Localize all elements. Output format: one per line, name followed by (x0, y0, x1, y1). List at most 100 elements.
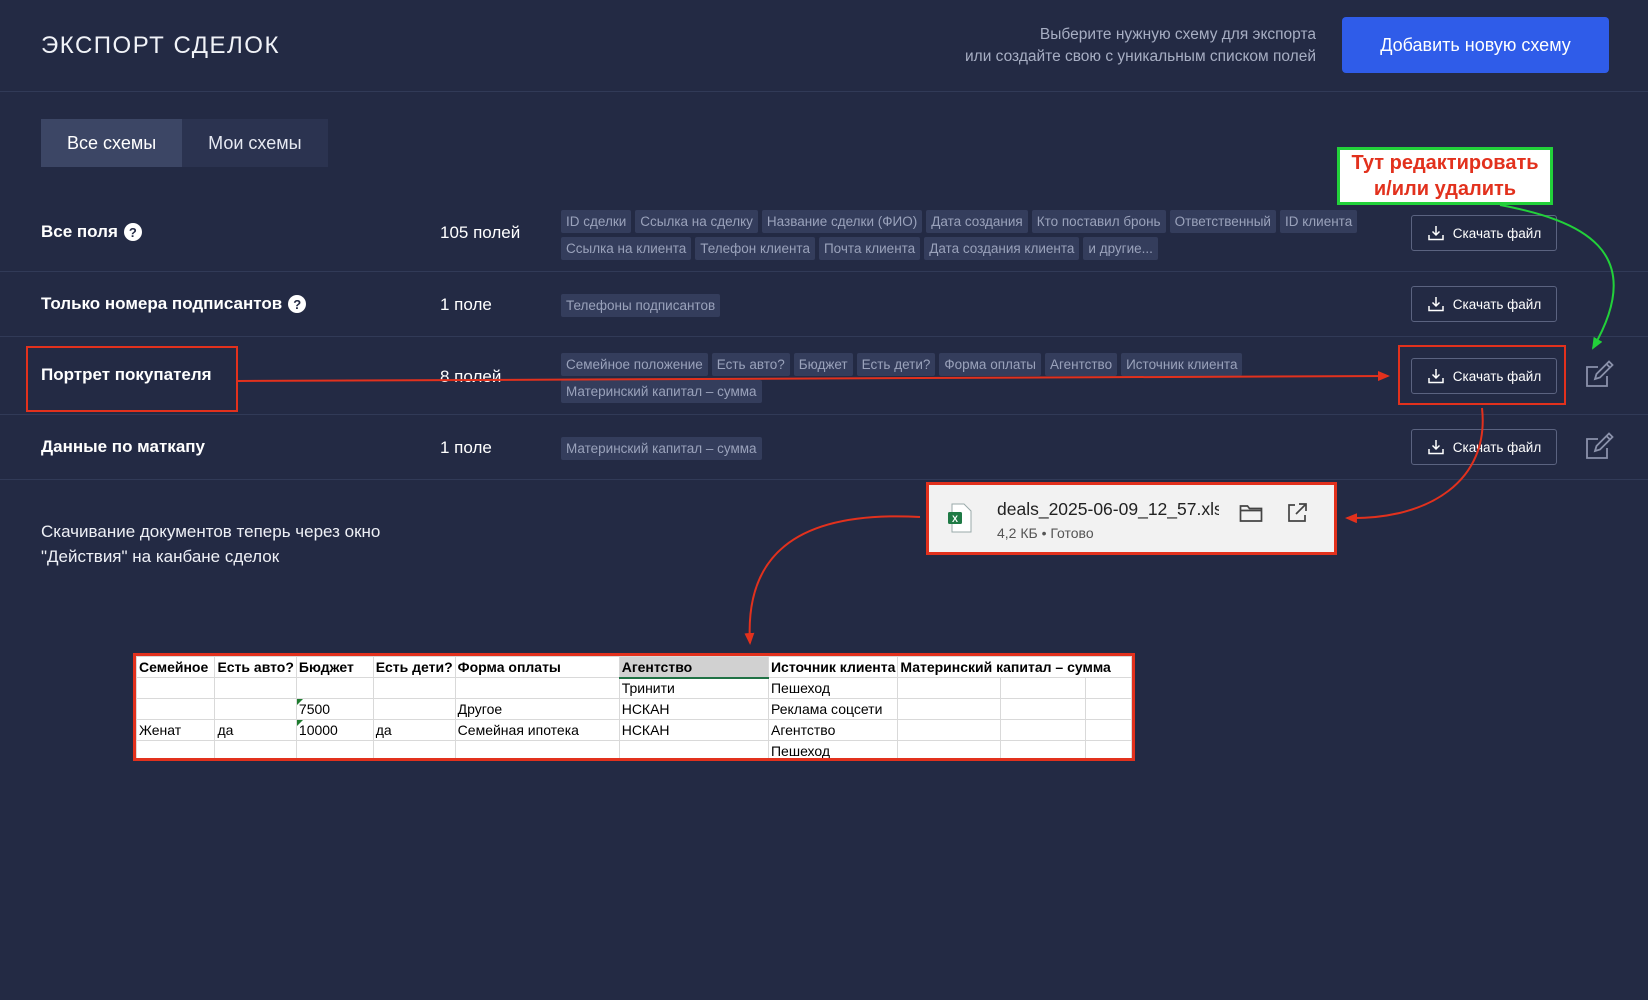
cell[interactable] (136, 740, 216, 758)
cell[interactable]: Женат (136, 719, 216, 741)
page-title: ЭКСПОРТ СДЕЛОК (41, 32, 280, 59)
cell[interactable]: Пешеход (767, 677, 899, 699)
edit-annotation-line1: Тут редактировать (1351, 152, 1539, 174)
cell[interactable]: Агентство (767, 719, 899, 741)
header-cell[interactable]: Есть авто? (214, 656, 297, 678)
cell[interactable] (214, 677, 297, 699)
field-tag: Материнский капитал – сумма (561, 437, 762, 460)
header-hint-line1: Выберите нужную схему для экспорта (1039, 26, 1316, 43)
add-scheme-button[interactable]: Добавить новую схему (1342, 17, 1609, 73)
header-cell[interactable]: Источник клиента (767, 656, 899, 678)
cell[interactable] (1085, 719, 1132, 741)
field-tag: Ссылка на клиента (561, 237, 692, 260)
cell[interactable] (1000, 698, 1087, 720)
cell[interactable] (454, 677, 620, 699)
cell[interactable]: Тринити (618, 677, 769, 699)
field-tag: Семейное положение (561, 353, 708, 376)
help-icon[interactable]: ? (123, 223, 142, 241)
cell[interactable]: 10000 (295, 719, 374, 741)
download-note: Скачивание документов теперь через окно … (41, 519, 380, 569)
cell[interactable] (1085, 698, 1132, 720)
field-tag: Материнский капитал – сумма (561, 380, 762, 403)
cell[interactable] (1085, 740, 1132, 758)
cell[interactable]: Другое (454, 698, 620, 720)
field-tag: Агентство (1045, 353, 1118, 376)
header-cell[interactable]: Бюджет (295, 656, 374, 678)
edit-annotation-line2: и/или удалить (1373, 178, 1517, 200)
scheme-name-label: Все поля (41, 222, 118, 241)
edit-icon[interactable] (1583, 431, 1615, 463)
scheme-row-all-fields: Все поля ? 105 полей ID сделки Ссылка на… (0, 194, 1648, 272)
cell[interactable] (295, 740, 374, 758)
scheme-field-count: 1 поле (440, 438, 492, 457)
cell[interactable]: Реклама соцсети (767, 698, 899, 720)
field-tag: Ссылка на сделку (635, 210, 758, 233)
field-tag: Ответственный (1169, 210, 1276, 233)
field-tag: Телефон клиента (695, 237, 815, 260)
field-tag: Источник клиента (1121, 353, 1243, 376)
scheme-name: Портрет покупателя (41, 365, 212, 385)
field-tag: Телефоны подписантов (561, 294, 721, 317)
download-icon (1428, 440, 1444, 455)
download-note-line2: "Действия" на канбане сделок (41, 547, 280, 566)
cell[interactable] (897, 677, 1002, 699)
download-file-button[interactable]: Скачать файл (1411, 429, 1557, 465)
field-tag: Есть дети? (856, 353, 936, 376)
field-tag[interactable]: и другие... (1083, 237, 1158, 260)
scheme-tags: Телефоны подписантов (561, 294, 1371, 317)
header-cell-selected[interactable]: Агентство (618, 656, 769, 679)
download-file-button[interactable]: Скачать файл (1411, 215, 1557, 251)
cell[interactable] (897, 698, 1002, 720)
cell[interactable]: да (372, 719, 456, 741)
tab-my-schemes[interactable]: Мои схемы (182, 119, 328, 167)
download-file-button[interactable]: Скачать файл (1411, 286, 1557, 322)
header-cell[interactable]: Форма оплаты (454, 656, 620, 678)
download-icon (1428, 226, 1444, 241)
cell[interactable]: НСКАН (618, 698, 769, 720)
cell[interactable] (372, 698, 456, 720)
tab-all-schemes[interactable]: Все схемы (41, 119, 183, 167)
cell[interactable] (454, 740, 620, 758)
download-label: Скачать файл (1452, 439, 1542, 455)
cell[interactable]: 7500 (295, 698, 374, 720)
folder-icon[interactable] (1239, 503, 1263, 523)
header-cell[interactable]: Семейное (136, 656, 216, 678)
scheme-field-count: 8 полей (440, 367, 502, 386)
cell[interactable] (1000, 719, 1087, 741)
spreadsheet-header-row: Семейное Есть авто? Бюджет Есть дети? Фо… (136, 656, 1132, 679)
cell[interactable]: НСКАН (618, 719, 769, 741)
cell[interactable] (295, 677, 374, 699)
cell[interactable] (372, 677, 456, 699)
field-tag: Форма оплаты (939, 353, 1041, 376)
edit-icon[interactable] (1583, 359, 1615, 391)
cell[interactable] (897, 740, 1002, 758)
spreadsheet-preview: Семейное Есть авто? Бюджет Есть дети? Фо… (133, 653, 1135, 761)
cell[interactable] (214, 740, 297, 758)
arrow-popup-to-sheet (744, 515, 921, 645)
cell[interactable] (897, 719, 1002, 741)
cell[interactable] (1000, 740, 1087, 758)
open-external-icon[interactable] (1286, 502, 1308, 524)
download-note-line1: Скачивание документов теперь через окно (41, 522, 381, 541)
cell[interactable] (372, 740, 456, 758)
scheme-field-count: 1 поле (440, 295, 492, 314)
cell[interactable] (136, 698, 216, 720)
download-file-button[interactable]: Скачать файл (1411, 358, 1557, 394)
scheme-name-label: Портрет покупателя (41, 365, 212, 384)
cell[interactable] (136, 677, 216, 699)
edit-annotation: Тут редактировать и/или удалить (1337, 147, 1553, 205)
header-cell[interactable]: Есть дети? (372, 656, 456, 678)
scheme-tags: Материнский капитал – сумма (561, 437, 1371, 460)
cell[interactable]: Семейная ипотека (454, 719, 620, 741)
help-icon[interactable]: ? (288, 295, 307, 313)
cell[interactable]: да (214, 719, 297, 741)
scheme-field-count: 105 полей (440, 223, 521, 242)
header-cell[interactable]: Материнский капитал – сумма (897, 656, 1132, 678)
cell[interactable] (1000, 677, 1087, 699)
scheme-name: Только номера подписантов ? (41, 294, 307, 314)
cell[interactable] (618, 740, 769, 758)
cell[interactable]: Пешеход (767, 740, 899, 758)
cell[interactable] (1085, 677, 1132, 699)
download-label: Скачать файл (1452, 296, 1542, 312)
cell[interactable] (214, 698, 297, 720)
